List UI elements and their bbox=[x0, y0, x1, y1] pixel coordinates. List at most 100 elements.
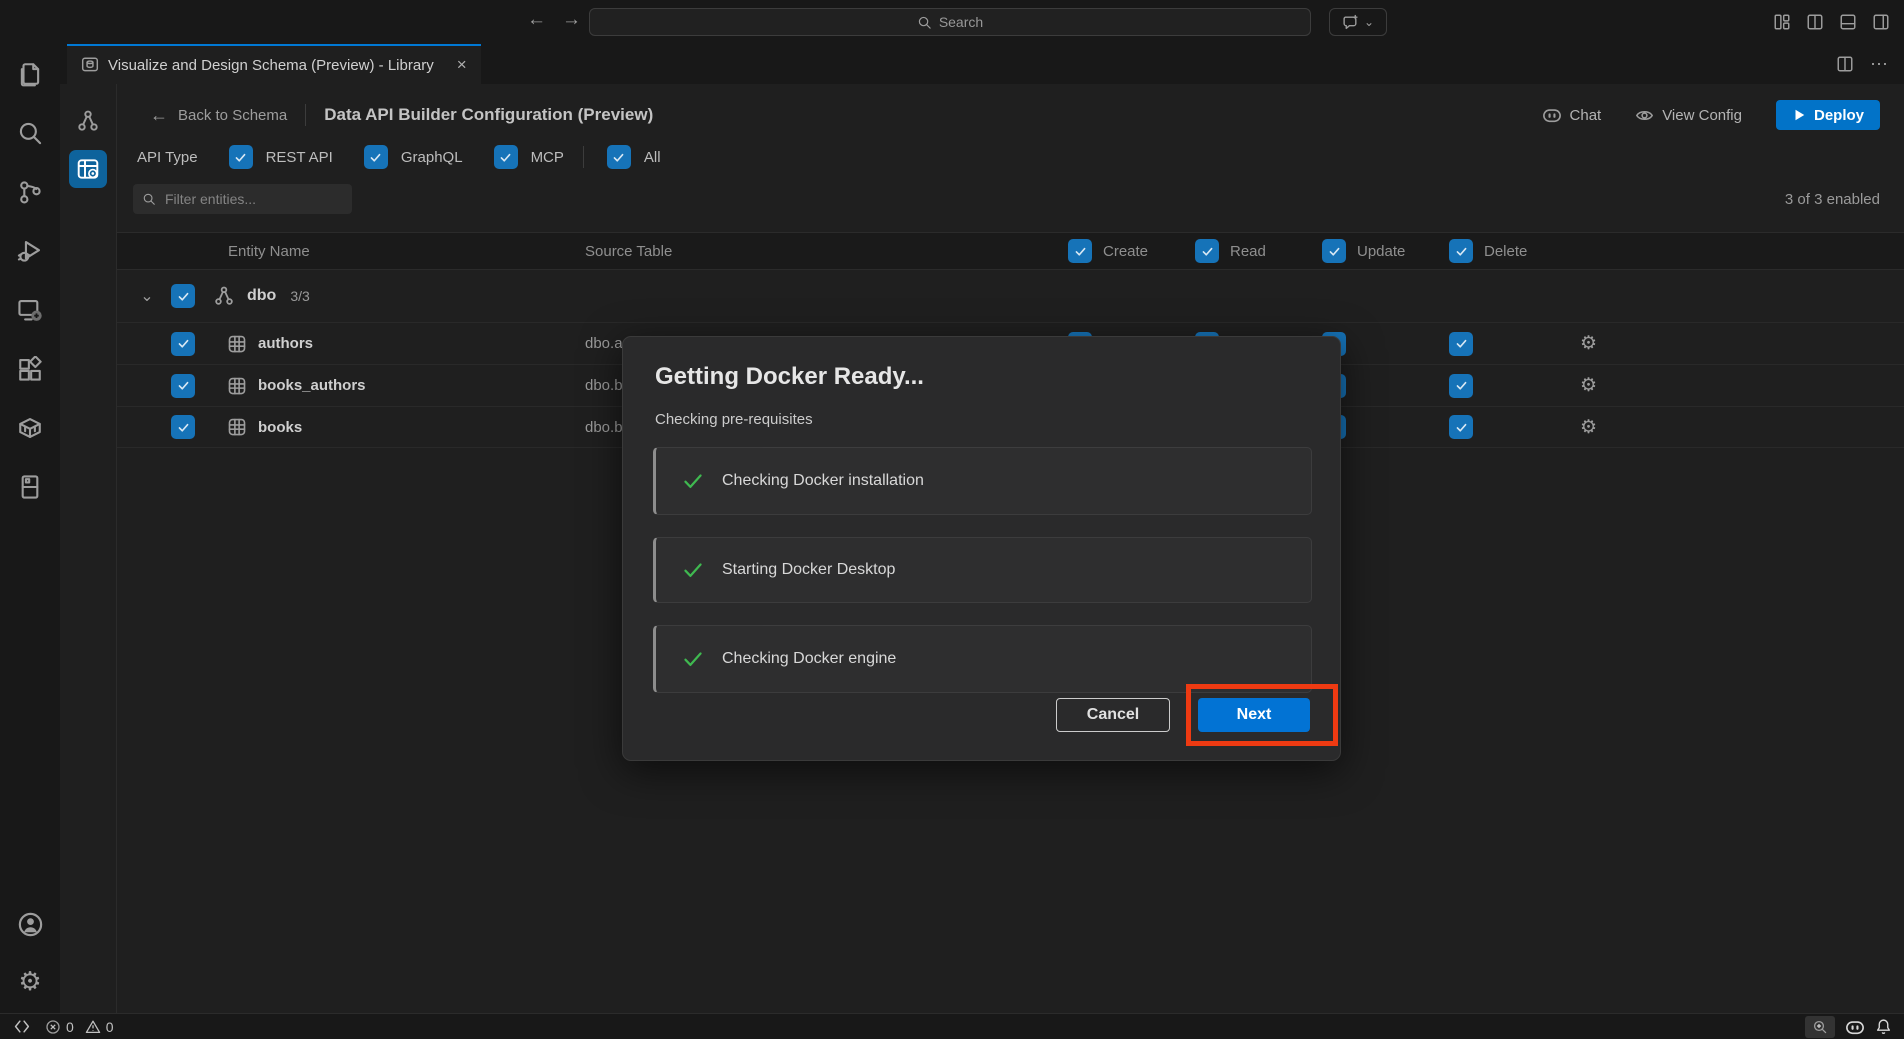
source-table-header: Source Table bbox=[580, 243, 1052, 260]
mcp-label: MCP bbox=[531, 149, 564, 166]
dialog-subtitle: Checking pre-requisites bbox=[655, 411, 813, 428]
table-icon bbox=[227, 376, 247, 396]
step-text: Checking Docker engine bbox=[722, 650, 896, 668]
tab-label: Visualize and Design Schema (Preview) - … bbox=[108, 57, 434, 74]
success-check-icon bbox=[682, 648, 704, 670]
mcp-checkbox[interactable] bbox=[494, 145, 518, 169]
success-check-icon bbox=[682, 559, 704, 581]
status-bar: 0 0 bbox=[0, 1013, 1904, 1039]
back-link-label: Back to Schema bbox=[178, 107, 287, 124]
delete-checkbox[interactable] bbox=[1449, 415, 1473, 439]
collapse-chevron-icon[interactable]: ⌄ bbox=[135, 286, 159, 306]
chat-button[interactable]: Chat bbox=[1542, 105, 1602, 125]
title-bar: ← → Search ⌄ bbox=[0, 0, 1904, 44]
command-center-search[interactable]: Search bbox=[589, 8, 1311, 36]
table-icon bbox=[227, 417, 247, 437]
copilot-icon bbox=[1542, 105, 1562, 125]
deploy-label: Deploy bbox=[1814, 107, 1864, 124]
deploy-button[interactable]: Deploy bbox=[1776, 100, 1880, 130]
all-label: All bbox=[644, 149, 661, 166]
database-project-icon[interactable] bbox=[14, 471, 46, 503]
docker-container-icon[interactable] bbox=[14, 412, 46, 444]
zoom-status-icon[interactable] bbox=[1805, 1016, 1835, 1038]
filter-entities-input[interactable] bbox=[133, 184, 352, 214]
entity-settings-gear-icon[interactable]: ⚙ bbox=[1580, 333, 1597, 354]
tab-visualize-design-schema[interactable]: Visualize and Design Schema (Preview) - … bbox=[67, 44, 481, 84]
enabled-summary: 3 of 3 enabled bbox=[1785, 191, 1880, 208]
entity-settings-gear-icon[interactable]: ⚙ bbox=[1580, 417, 1597, 438]
entity-name: authors bbox=[258, 335, 313, 352]
group-count: 3/3 bbox=[290, 288, 309, 304]
all-checkbox[interactable] bbox=[607, 145, 631, 169]
remote-explorer-icon[interactable] bbox=[14, 294, 46, 326]
delete-all-checkbox[interactable] bbox=[1449, 239, 1473, 263]
play-icon bbox=[1792, 108, 1806, 122]
api-type-label: API Type bbox=[137, 149, 198, 166]
nav-back-icon[interactable]: ← bbox=[527, 9, 546, 31]
chevron-down-icon: ⌄ bbox=[1364, 15, 1374, 29]
annotation-highlight-box bbox=[1186, 684, 1338, 746]
activity-bar: ⚙ bbox=[0, 44, 60, 1013]
create-header: Create bbox=[1103, 243, 1148, 260]
api-option-graphql: GraphQL bbox=[364, 145, 463, 169]
search-icon bbox=[917, 15, 932, 30]
search-icon[interactable] bbox=[14, 117, 46, 149]
search-label: Search bbox=[939, 14, 983, 30]
api-option-rest: REST API bbox=[229, 145, 333, 169]
entity-settings-gear-icon[interactable]: ⚙ bbox=[1580, 375, 1597, 396]
warning-icon bbox=[85, 1019, 101, 1035]
explorer-icon[interactable] bbox=[14, 58, 46, 90]
error-icon bbox=[45, 1019, 61, 1035]
customize-layout-icon[interactable] bbox=[1773, 13, 1791, 31]
update-header: Update bbox=[1357, 243, 1405, 260]
row-checkbox[interactable] bbox=[171, 332, 195, 356]
entity-name: books bbox=[258, 419, 302, 436]
chat-sparkle-icon bbox=[1342, 14, 1359, 31]
toggle-secondary-sidebar-icon[interactable] bbox=[1872, 13, 1890, 31]
copilot-chat-button[interactable]: ⌄ bbox=[1329, 8, 1387, 36]
eye-icon bbox=[1635, 106, 1654, 125]
cancel-button[interactable]: Cancel bbox=[1056, 698, 1170, 732]
schema-group-row[interactable]: ⌄ dbo 3/3 bbox=[117, 270, 1904, 322]
delete-header: Delete bbox=[1484, 243, 1527, 260]
row-checkbox[interactable] bbox=[171, 415, 195, 439]
error-count: 0 bbox=[66, 1019, 74, 1035]
delete-checkbox[interactable] bbox=[1449, 374, 1473, 398]
more-actions-icon[interactable]: ⋯ bbox=[1870, 54, 1888, 75]
source-control-icon[interactable] bbox=[14, 176, 46, 208]
update-all-checkbox[interactable] bbox=[1322, 239, 1346, 263]
remote-indicator-icon[interactable] bbox=[14, 1019, 31, 1034]
divider bbox=[305, 104, 306, 126]
copilot-status-icon[interactable] bbox=[1845, 1017, 1865, 1037]
delete-checkbox[interactable] bbox=[1449, 332, 1473, 356]
account-icon[interactable] bbox=[14, 908, 46, 940]
tab-close-icon[interactable]: × bbox=[457, 55, 467, 75]
run-debug-icon[interactable] bbox=[14, 235, 46, 267]
view-config-button[interactable]: View Config bbox=[1635, 106, 1742, 125]
toggle-panel-icon[interactable] bbox=[1839, 13, 1857, 31]
split-editor-icon[interactable] bbox=[1806, 13, 1824, 31]
settings-gear-icon[interactable]: ⚙ bbox=[14, 965, 46, 997]
step-text: Checking Docker installation bbox=[722, 472, 924, 490]
api-option-mcp: MCP bbox=[494, 145, 564, 169]
split-editor-icon[interactable] bbox=[1836, 55, 1854, 73]
rest-api-label: REST API bbox=[266, 149, 333, 166]
nav-forward-icon[interactable]: → bbox=[562, 9, 581, 31]
row-checkbox[interactable] bbox=[171, 374, 195, 398]
step-card: Starting Docker Desktop bbox=[653, 537, 1312, 603]
rest-api-checkbox[interactable] bbox=[229, 145, 253, 169]
create-all-checkbox[interactable] bbox=[1068, 239, 1092, 263]
problems-indicator[interactable]: 0 0 bbox=[45, 1019, 114, 1035]
extensions-icon[interactable] bbox=[14, 353, 46, 385]
schema-visualize-icon[interactable] bbox=[69, 102, 107, 140]
schema-icon bbox=[213, 285, 235, 307]
back-to-schema-link[interactable]: ← Back to Schema bbox=[150, 105, 287, 126]
read-all-checkbox[interactable] bbox=[1195, 239, 1219, 263]
graphql-checkbox[interactable] bbox=[364, 145, 388, 169]
notifications-bell-icon[interactable] bbox=[1875, 1018, 1892, 1035]
read-header: Read bbox=[1230, 243, 1266, 260]
chat-label: Chat bbox=[1570, 107, 1602, 124]
group-checkbox[interactable] bbox=[171, 284, 195, 308]
api-config-icon[interactable] bbox=[69, 150, 107, 188]
step-card: Checking Docker installation bbox=[653, 447, 1312, 515]
